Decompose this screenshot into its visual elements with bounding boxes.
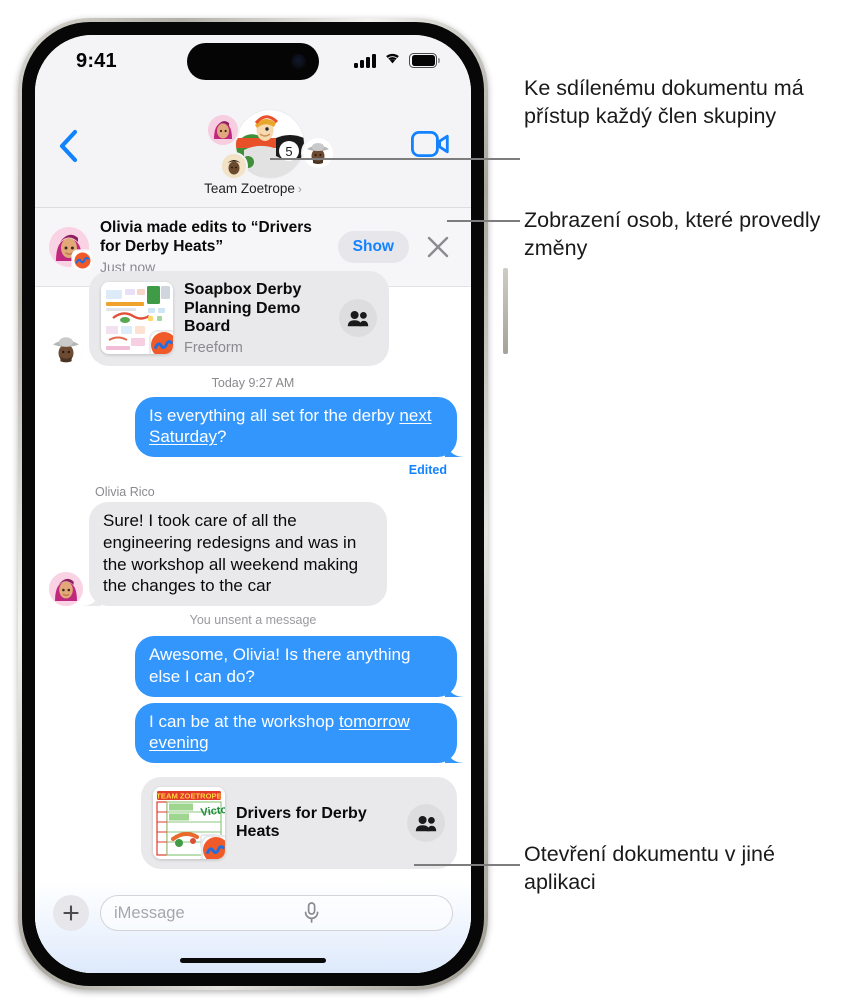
two-people-icon — [415, 815, 437, 831]
collab-title: Olivia made edits to “Drivers for Derby … — [100, 219, 312, 255]
message-bubble-incoming-1[interactable]: Sure! I took care of all the engineering… — [89, 502, 387, 607]
chevron-left-icon — [59, 129, 78, 163]
facetime-button[interactable] — [410, 130, 449, 159]
group-name: Team Zoetrope › — [158, 181, 348, 196]
document-meta: Soapbox Derby Planning Demo Board Freefo… — [184, 281, 331, 356]
cellular-signal-icon — [354, 53, 376, 68]
freeform-app-badge-icon — [73, 251, 92, 270]
freeform-app-badge-icon — [151, 332, 173, 355]
message-bubble-outgoing-2[interactable]: Awesome, Olivia! Is there anything else … — [135, 636, 457, 697]
callout-text-1: Ke sdílenému dokumentu má přístup každý … — [524, 76, 804, 129]
document-title: Soapbox Derby Planning Demo Board — [184, 281, 302, 336]
memoji-man-hat-avatar — [49, 331, 83, 366]
screenshot-stage: 9:41 5 Team Zoetrope › Olivia made edits… — [0, 0, 843, 1008]
iphone-frame: 9:41 5 Team Zoetrope › Olivia made edits… — [18, 18, 508, 990]
document-participants-button[interactable] — [407, 804, 445, 843]
message-text-1a: Is everything all set for the derby — [149, 405, 400, 425]
document-thumbnail: TEAM ZOETROPE Victory! — [153, 787, 225, 860]
close-x-icon — [427, 236, 449, 258]
group-avatar-member-1 — [206, 113, 240, 147]
message-row-document-top: Soapbox Derby Planning Demo Board Freefo… — [49, 271, 457, 366]
imessage-placeholder: iMessage — [114, 903, 185, 922]
svg-text:TEAM ZOETROPE: TEAM ZOETROPE — [156, 792, 221, 801]
battery-icon — [409, 52, 440, 69]
callout-text-3: Otevření dokumentu v jiné aplikaci — [524, 842, 775, 895]
sender-name: Olivia Rico — [95, 485, 155, 500]
microphone-icon — [305, 902, 319, 923]
document-card-top[interactable]: Soapbox Derby Planning Demo Board Freefo… — [89, 271, 389, 366]
plus-icon — [63, 905, 79, 921]
message-thread[interactable]: Soapbox Derby Planning Demo Board Freefo… — [35, 271, 471, 973]
edited-label[interactable]: Edited — [49, 463, 447, 477]
status-bar-time: 9:41 — [76, 50, 117, 72]
callout-text-2: Zobrazení osob, které provedly změny — [524, 208, 821, 261]
chevron-right-icon: › — [297, 181, 302, 196]
document-card-bottom[interactable]: TEAM ZOETROPE Victory! Drivers for Derby… — [141, 777, 457, 870]
avatar — [49, 331, 83, 366]
group-avatar-member-3 — [220, 152, 248, 180]
close-banner-button[interactable] — [425, 234, 451, 260]
document-app-name: Freeform — [184, 339, 243, 356]
thread-timestamp: Today 9:27 AM — [211, 375, 295, 390]
message-row-document-bottom: TEAM ZOETROPE Victory! Drivers for Derby… — [49, 777, 457, 870]
callout-leader-line-3 — [414, 864, 520, 866]
group-avatar-stack: 5 — [158, 107, 348, 180]
collab-text: Olivia made edits to “Drivers for Derby … — [100, 219, 330, 275]
iphone-screen: 9:41 5 Team Zoetrope › Olivia made edits… — [35, 35, 471, 973]
message-row-outgoing-3: I can be at the workshop tomorrow evenin… — [49, 702, 457, 764]
group-name-label: Team Zoetrope — [204, 181, 295, 196]
message-bubble-outgoing-1[interactable]: Is everything all set for the derby next… — [135, 396, 457, 458]
group-header[interactable]: 5 Team Zoetrope › — [158, 107, 348, 196]
show-button[interactable]: Show — [337, 231, 409, 263]
freeform-app-badge-icon — [203, 837, 225, 860]
message-row-incoming-1: Sure! I took care of all the engineering… — [49, 502, 457, 607]
dictation-button[interactable] — [303, 901, 439, 925]
add-attachment-button[interactable] — [53, 895, 89, 931]
power-button[interactable] — [503, 268, 508, 354]
dynamic-island — [187, 43, 319, 80]
document-thumbnail — [101, 282, 173, 355]
front-camera-icon — [291, 54, 306, 69]
avatar — [49, 572, 83, 607]
document-title: Drivers for Derby Heats — [236, 804, 367, 841]
imessage-input[interactable]: iMessage — [100, 895, 453, 931]
message-composer: iMessage — [35, 881, 471, 973]
message-bubble-outgoing-3[interactable]: I can be at the workshop tomorrow evenin… — [135, 702, 457, 764]
message-row-outgoing-1: Is everything all set for the derby next… — [49, 396, 457, 458]
message-row-outgoing-2: Awesome, Olivia! Is there anything else … — [49, 636, 457, 697]
back-button[interactable] — [57, 129, 87, 163]
collab-avatar — [49, 227, 92, 270]
wifi-icon — [383, 51, 402, 70]
svg-text:5: 5 — [285, 144, 292, 159]
message-text-1b: ? — [217, 427, 227, 447]
message-text-4a: I can be at the workshop — [149, 711, 339, 731]
document-participants-button[interactable] — [339, 299, 377, 338]
iphone-bezel: 9:41 5 Team Zoetrope › Olivia made edits… — [22, 22, 484, 986]
navigation-bar: 5 Team Zoetrope › — [35, 89, 471, 208]
status-bar-indicators — [354, 51, 440, 70]
group-avatar-member-2 — [301, 136, 335, 170]
status-bar: 9:41 — [35, 35, 471, 89]
document-meta: Drivers for Derby Heats — [236, 805, 399, 842]
memoji-olivia-avatar — [49, 572, 83, 607]
facetime-video-icon — [410, 130, 449, 158]
unsent-message-note: You unsent a message — [189, 613, 317, 628]
callout-leader-line-1 — [270, 158, 520, 160]
two-people-icon — [347, 310, 369, 327]
callout-leader-line-2 — [447, 220, 520, 222]
home-indicator[interactable] — [180, 957, 326, 963]
